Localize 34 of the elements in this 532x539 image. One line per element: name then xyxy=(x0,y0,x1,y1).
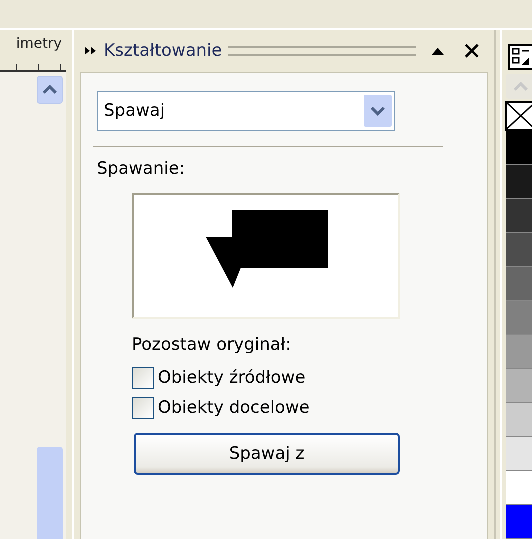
color-swatch[interactable] xyxy=(506,131,532,165)
expand-icon xyxy=(84,46,98,56)
scrollbar-thumb[interactable] xyxy=(37,447,63,539)
chevron-down-icon xyxy=(370,106,386,116)
color-swatch[interactable] xyxy=(506,199,532,233)
chevron-up-icon xyxy=(513,82,529,92)
color-swatch[interactable] xyxy=(506,165,532,199)
chevron-up-icon xyxy=(42,85,58,95)
option-checkbox[interactable]: Obiekty docelowe xyxy=(132,397,487,419)
color-swatch[interactable] xyxy=(506,403,532,437)
option-checkbox[interactable]: Obiekty źródłowe xyxy=(132,367,487,389)
checkbox[interactable] xyxy=(132,397,154,419)
mode-dropdown[interactable]: Spawaj xyxy=(97,91,395,131)
palette-options-icon xyxy=(508,44,532,70)
keep-original-label: Pozostaw oryginał: xyxy=(132,335,292,355)
color-swatch[interactable] xyxy=(506,301,532,335)
section-label: Spawanie: xyxy=(97,159,186,179)
apply-button[interactable]: Spawaj z xyxy=(134,433,400,475)
close-icon[interactable] xyxy=(464,43,480,59)
color-swatch[interactable] xyxy=(506,437,532,471)
color-swatch[interactable] xyxy=(506,267,532,301)
ruler-label: imetry xyxy=(16,36,62,52)
color-swatch[interactable] xyxy=(506,369,532,403)
color-swatch[interactable] xyxy=(506,335,532,369)
no-color-swatch[interactable] xyxy=(505,101,532,131)
no-fill-icon xyxy=(505,101,532,131)
scroll-up-button[interactable] xyxy=(37,76,63,104)
dropdown-button[interactable] xyxy=(364,95,392,127)
color-swatch[interactable] xyxy=(506,233,532,267)
color-swatch[interactable] xyxy=(506,505,532,539)
docker-title: Kształtowanie xyxy=(104,41,222,61)
palette-options-button[interactable] xyxy=(508,44,532,70)
checkbox[interactable] xyxy=(132,367,154,389)
color-swatch[interactable] xyxy=(506,471,532,505)
